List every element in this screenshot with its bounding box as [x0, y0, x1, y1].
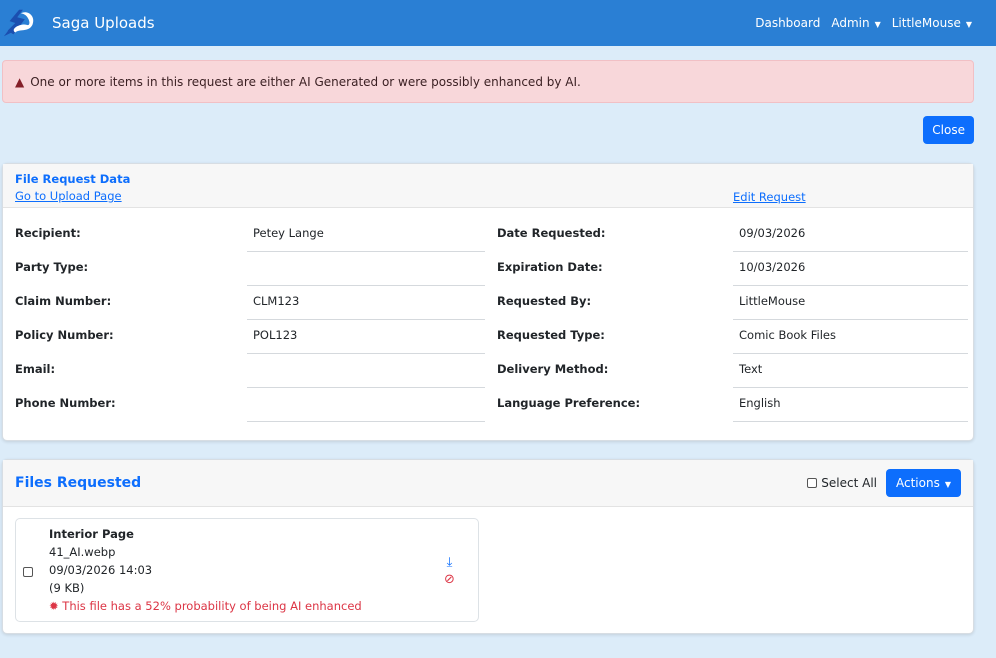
field-value: 10/03/2026 — [733, 256, 968, 286]
file-name: 41_AI.webp — [49, 545, 116, 559]
files-requested-title: Files Requested — [15, 475, 142, 491]
field-value: POL123 — [247, 324, 485, 354]
field-value: Comic Book Files — [733, 324, 968, 354]
file-request-header: File Request Data Go to Upload Page Edit… — [3, 164, 973, 208]
actions-label: Actions — [896, 476, 940, 490]
nav-menu: Dashboard Admin ▼ LittleMouse ▼ — [755, 16, 972, 30]
field-label: Requested By: — [497, 294, 592, 308]
field-value: English — [733, 392, 968, 422]
nav-user-label: LittleMouse — [891, 16, 961, 30]
saga-logo-icon — [3, 9, 34, 37]
file-size: (9 KB) — [49, 581, 85, 595]
request-fields: Recipient: Petey Lange Party Type: Claim … — [3, 208, 973, 440]
brand[interactable]: Saga Uploads — [2, 4, 155, 42]
field-label: Policy Number: — [15, 328, 114, 342]
field-label: Expiration Date: — [497, 260, 603, 274]
field-claim-number: Claim Number: CLM123 — [15, 290, 485, 324]
chevron-down-icon: ▼ — [874, 20, 881, 29]
chevron-down-icon: ▼ — [965, 20, 972, 29]
files-requested-card: Files Requested Select All Actions ▼ Inte… — [2, 459, 974, 634]
field-label: Claim Number: — [15, 294, 112, 308]
ai-alert-banner: ▲ One or more items in this request are … — [2, 60, 974, 103]
field-label: Recipient: — [15, 226, 81, 240]
field-value: CLM123 — [247, 290, 485, 320]
field-label: Language Preference: — [497, 396, 641, 410]
file-tile: Interior Page 41_AI.webp 09/03/2026 14:0… — [15, 518, 479, 622]
field-language-preference: Language Preference: English — [497, 392, 968, 426]
field-value: Text — [733, 358, 968, 388]
field-value — [247, 392, 485, 422]
field-value — [247, 358, 485, 388]
field-policy-number: Policy Number: POL123 — [15, 324, 485, 358]
right-field-column: Date Requested: 09/03/2026 Expiration Dat… — [497, 222, 968, 426]
files-requested-header: Files Requested Select All Actions ▼ — [3, 460, 973, 507]
files-list: Interior Page 41_AI.webp 09/03/2026 14:0… — [3, 507, 973, 633]
ai-warning-text: This file has a 52% probability of being… — [62, 599, 362, 613]
left-field-column: Recipient: Petey Lange Party Type: Claim … — [15, 222, 485, 426]
field-value: 09/03/2026 — [733, 222, 968, 252]
field-label: Party Type: — [15, 260, 89, 274]
edit-request-link[interactable]: Edit Request — [733, 190, 806, 204]
field-email: Email: — [15, 358, 485, 392]
field-delivery-method: Delivery Method: Text — [497, 358, 968, 392]
field-expiration-date: Expiration Date: 10/03/2026 — [497, 256, 968, 290]
file-details: Interior Page 41_AI.webp 09/03/2026 14:0… — [36, 527, 478, 615]
field-requested-type: Requested Type: Comic Book Files — [497, 324, 968, 358]
warning-triangle-icon: ▲ — [15, 74, 25, 89]
field-label: Date Requested: — [497, 226, 606, 240]
field-label: Email: — [15, 362, 56, 376]
checkbox-icon[interactable] — [807, 478, 818, 488]
file-type: Interior Page — [49, 527, 134, 541]
actions-dropdown-button[interactable]: Actions ▼ — [886, 469, 961, 497]
upload-page-link[interactable]: Go to Upload Page — [15, 189, 961, 203]
file-select-checkbox[interactable] — [23, 567, 33, 577]
file-request-card: File Request Data Go to Upload Page Edit… — [2, 163, 974, 441]
nav-admin-dropdown[interactable]: Admin ▼ — [831, 16, 880, 30]
field-recipient: Recipient: Petey Lange — [15, 222, 485, 256]
file-request-title: File Request Data — [15, 172, 131, 186]
field-requested-by: Requested By: LittleMouse — [497, 290, 968, 324]
file-actions: ⤓ ⊘ — [444, 555, 455, 587]
nav-admin-label: Admin — [831, 16, 870, 30]
close-row: Close — [0, 103, 996, 163]
field-value: Petey Lange — [247, 222, 485, 252]
top-navbar: Saga Uploads Dashboard Admin ▼ LittleMous… — [0, 0, 996, 46]
alert-message: One or more items in this request are ei… — [30, 74, 581, 89]
field-party-type: Party Type: — [15, 256, 485, 290]
field-value: LittleMouse — [733, 290, 968, 320]
nav-user-dropdown[interactable]: LittleMouse ▼ — [892, 16, 972, 30]
field-date-requested: Date Requested: 09/03/2026 — [497, 222, 968, 256]
chevron-down-icon: ▼ — [944, 480, 951, 489]
nav-dashboard-link[interactable]: Dashboard — [755, 16, 820, 30]
file-datetime: 09/03/2026 14:03 — [49, 563, 153, 577]
download-icon[interactable]: ⤓ — [447, 555, 453, 570]
field-label: Delivery Method: — [497, 362, 609, 376]
ban-icon[interactable]: ⊘ — [444, 572, 455, 587]
brand-name: Saga Uploads — [52, 14, 155, 32]
field-label: Requested Type: — [497, 328, 605, 342]
ai-warning: ✹ This file has a 52% probability of bei… — [49, 597, 478, 615]
close-button[interactable]: Close — [923, 116, 974, 144]
select-all-label: Select All — [821, 476, 877, 490]
files-header-controls: Select All Actions ▼ — [807, 469, 961, 497]
select-all-checkbox[interactable]: Select All — [807, 476, 877, 490]
field-value — [247, 256, 485, 286]
field-phone-number: Phone Number: — [15, 392, 485, 426]
ai-chip-icon: ✹ — [49, 599, 59, 613]
field-label: Phone Number: — [15, 396, 116, 410]
